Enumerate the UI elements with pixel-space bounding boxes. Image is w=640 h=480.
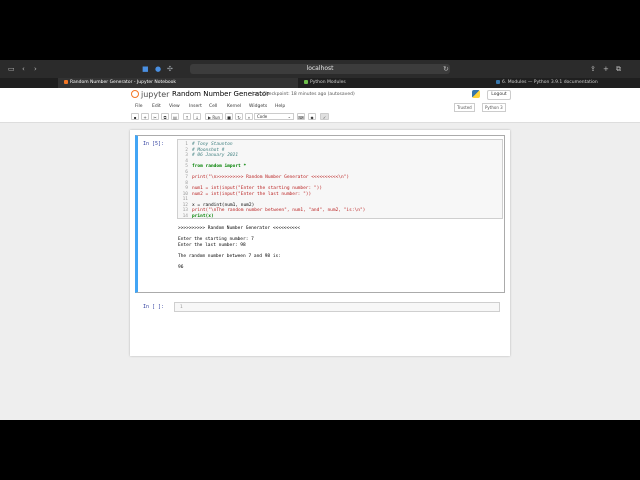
code-cell-selected[interactable]: In [5]: 1 # Tony Staunton 2 # Moonshot # 3… xyxy=(135,135,505,293)
run-button[interactable]: ▶ Run xyxy=(205,113,223,120)
logout-button[interactable]: Logout xyxy=(487,90,511,100)
checkpoint-status: Last Checkpoint: 18 minutes ago (autosav… xyxy=(252,92,355,97)
code-line: print("\n>>>>>>>>>> Random Number Genera… xyxy=(192,175,350,180)
screen: ▭ ‹ › ■ ● ✣ localhost ↻ ⇪ + ⧉ Random Num… xyxy=(0,60,640,420)
cell-prompt: In [ ]: xyxy=(143,304,165,310)
code-cell-empty[interactable]: In [ ]: 1 xyxy=(135,301,505,315)
page-favicon-icon xyxy=(304,79,308,84)
tab-label: 6. Modules — Python 3.9.1 documentation xyxy=(502,80,598,85)
code-line: x = randint(num1, num2) xyxy=(192,202,255,208)
cell-output: >>>>>>>>>> Random Number Generator <<<<<… xyxy=(178,226,498,286)
notebook-container: In [5]: 1 # Tony Staunton 2 # Moonshot # 3… xyxy=(130,130,510,356)
line-number: 14 xyxy=(182,213,188,219)
logo-text: jupyter xyxy=(141,90,170,99)
code-line: print(x) xyxy=(192,213,214,219)
tab-notebook[interactable]: Random Number Generator - Jupyter Notebo… xyxy=(58,78,298,88)
share-icon[interactable]: ⇪ xyxy=(590,64,596,74)
restart-run-icon[interactable]: » xyxy=(245,113,253,120)
interrupt-icon[interactable]: ■ xyxy=(225,113,233,120)
output-line: Enter the last number: 98 xyxy=(178,242,246,248)
reload-icon[interactable]: ↻ xyxy=(443,64,449,74)
code-line: num2 = int(input("Enter the last number:… xyxy=(192,191,312,197)
menu-edit[interactable]: Edit xyxy=(152,103,161,111)
cell-prompt: In [5]: xyxy=(143,141,165,147)
tab-python-modules[interactable]: Python Modules xyxy=(298,78,488,88)
extension-icon-2[interactable]: ● xyxy=(155,64,161,74)
menu-file[interactable]: File xyxy=(135,103,143,111)
code-line: num1 = int(input("Enter the starting num… xyxy=(192,186,323,191)
extension-icon[interactable]: ■ xyxy=(142,64,149,74)
cell-type-value: Code xyxy=(257,114,268,119)
menu-bar: File Edit View Insert Cell Kernel Widget… xyxy=(0,102,640,112)
widget-icon[interactable]: ◆ xyxy=(308,113,316,120)
save-icon[interactable]: ▪ xyxy=(131,113,139,120)
tab-label: Python Modules xyxy=(310,80,346,85)
sidebar-icon[interactable]: ▭ xyxy=(8,64,15,74)
menu-widgets[interactable]: Widgets xyxy=(249,103,267,111)
output-line: 96 xyxy=(178,264,184,270)
cell-type-select[interactable]: Code ⌄ xyxy=(254,113,294,120)
menu-cell[interactable]: Cell xyxy=(209,103,217,111)
paste-icon[interactable]: ▤ xyxy=(171,113,179,120)
code-line: # Tony Staunton xyxy=(192,142,233,147)
notebook-toolbar: ▪ + ✂ ⧉ ▤ ↑ ↓ ▶ Run ■ ↻ » Code ⌄ ⌨ ◆ ✓ xyxy=(0,112,640,123)
menu-help[interactable]: Help xyxy=(275,103,285,111)
line-number: 1 xyxy=(180,305,183,310)
code-editor[interactable]: 1 # Tony Staunton 2 # Moonshot # 3 # 06 Jan… xyxy=(177,139,503,219)
menu-view[interactable]: View xyxy=(169,103,180,111)
jupyter-favicon-icon xyxy=(64,79,68,84)
browser-toolbar: ▭ ‹ › ■ ● ✣ localhost ↻ ⇪ + ⧉ xyxy=(0,60,640,78)
kernel-indicator: Python 3 xyxy=(482,103,506,112)
move-up-icon[interactable]: ↑ xyxy=(183,113,191,120)
chevron-down-icon: ⌄ xyxy=(287,114,291,119)
back-icon[interactable]: ‹ xyxy=(22,64,25,74)
python-logo-icon xyxy=(472,90,480,98)
python-favicon-icon xyxy=(496,79,500,84)
menu-insert[interactable]: Insert xyxy=(189,103,202,111)
extension-icon-3[interactable]: ✣ xyxy=(167,64,173,74)
forward-icon[interactable]: › xyxy=(34,64,37,74)
code-line: from random import * xyxy=(192,164,247,169)
tab-overview-icon[interactable]: ⧉ xyxy=(616,64,621,74)
tab-label: Random Number Generator - Jupyter Notebo… xyxy=(70,80,177,85)
copy-icon[interactable]: ⧉ xyxy=(161,113,169,120)
code-line: print("\nThe random number between", num… xyxy=(192,208,366,213)
run-label: Run xyxy=(212,115,221,120)
output-line: >>>>>>>>>> Random Number Generator <<<<<… xyxy=(178,226,300,231)
tab-bar: Random Number Generator - Jupyter Notebo… xyxy=(0,78,640,88)
add-cell-icon[interactable]: + xyxy=(141,113,149,120)
move-down-icon[interactable]: ↓ xyxy=(193,113,201,120)
keyboard-icon[interactable]: ⌨ xyxy=(297,113,305,120)
jupyter-header: jupyter Random Number Generator Last Che… xyxy=(0,88,640,102)
menu-kernel[interactable]: Kernel xyxy=(227,103,241,111)
jupyter-logo[interactable]: jupyter xyxy=(131,90,169,99)
cut-icon[interactable]: ✂ xyxy=(151,113,159,120)
command-palette-icon[interactable]: ✓ xyxy=(320,113,329,120)
tab-python-docs[interactable]: 6. Modules — Python 3.9.1 documentation xyxy=(490,78,640,88)
output-line: Enter the starting number: 7 xyxy=(178,237,254,242)
code-line: # Moonshot # xyxy=(192,147,225,153)
trusted-indicator[interactable]: Trusted xyxy=(454,103,475,112)
address-bar[interactable]: localhost xyxy=(190,64,450,74)
code-editor[interactable]: 1 xyxy=(174,302,500,312)
code-line: # 06 January 2021 xyxy=(192,153,239,158)
new-tab-icon[interactable]: + xyxy=(603,64,609,74)
output-line: The random number between 7 and 98 is: xyxy=(178,253,281,259)
restart-icon[interactable]: ↻ xyxy=(235,113,243,120)
jupyter-logo-icon xyxy=(131,90,139,98)
